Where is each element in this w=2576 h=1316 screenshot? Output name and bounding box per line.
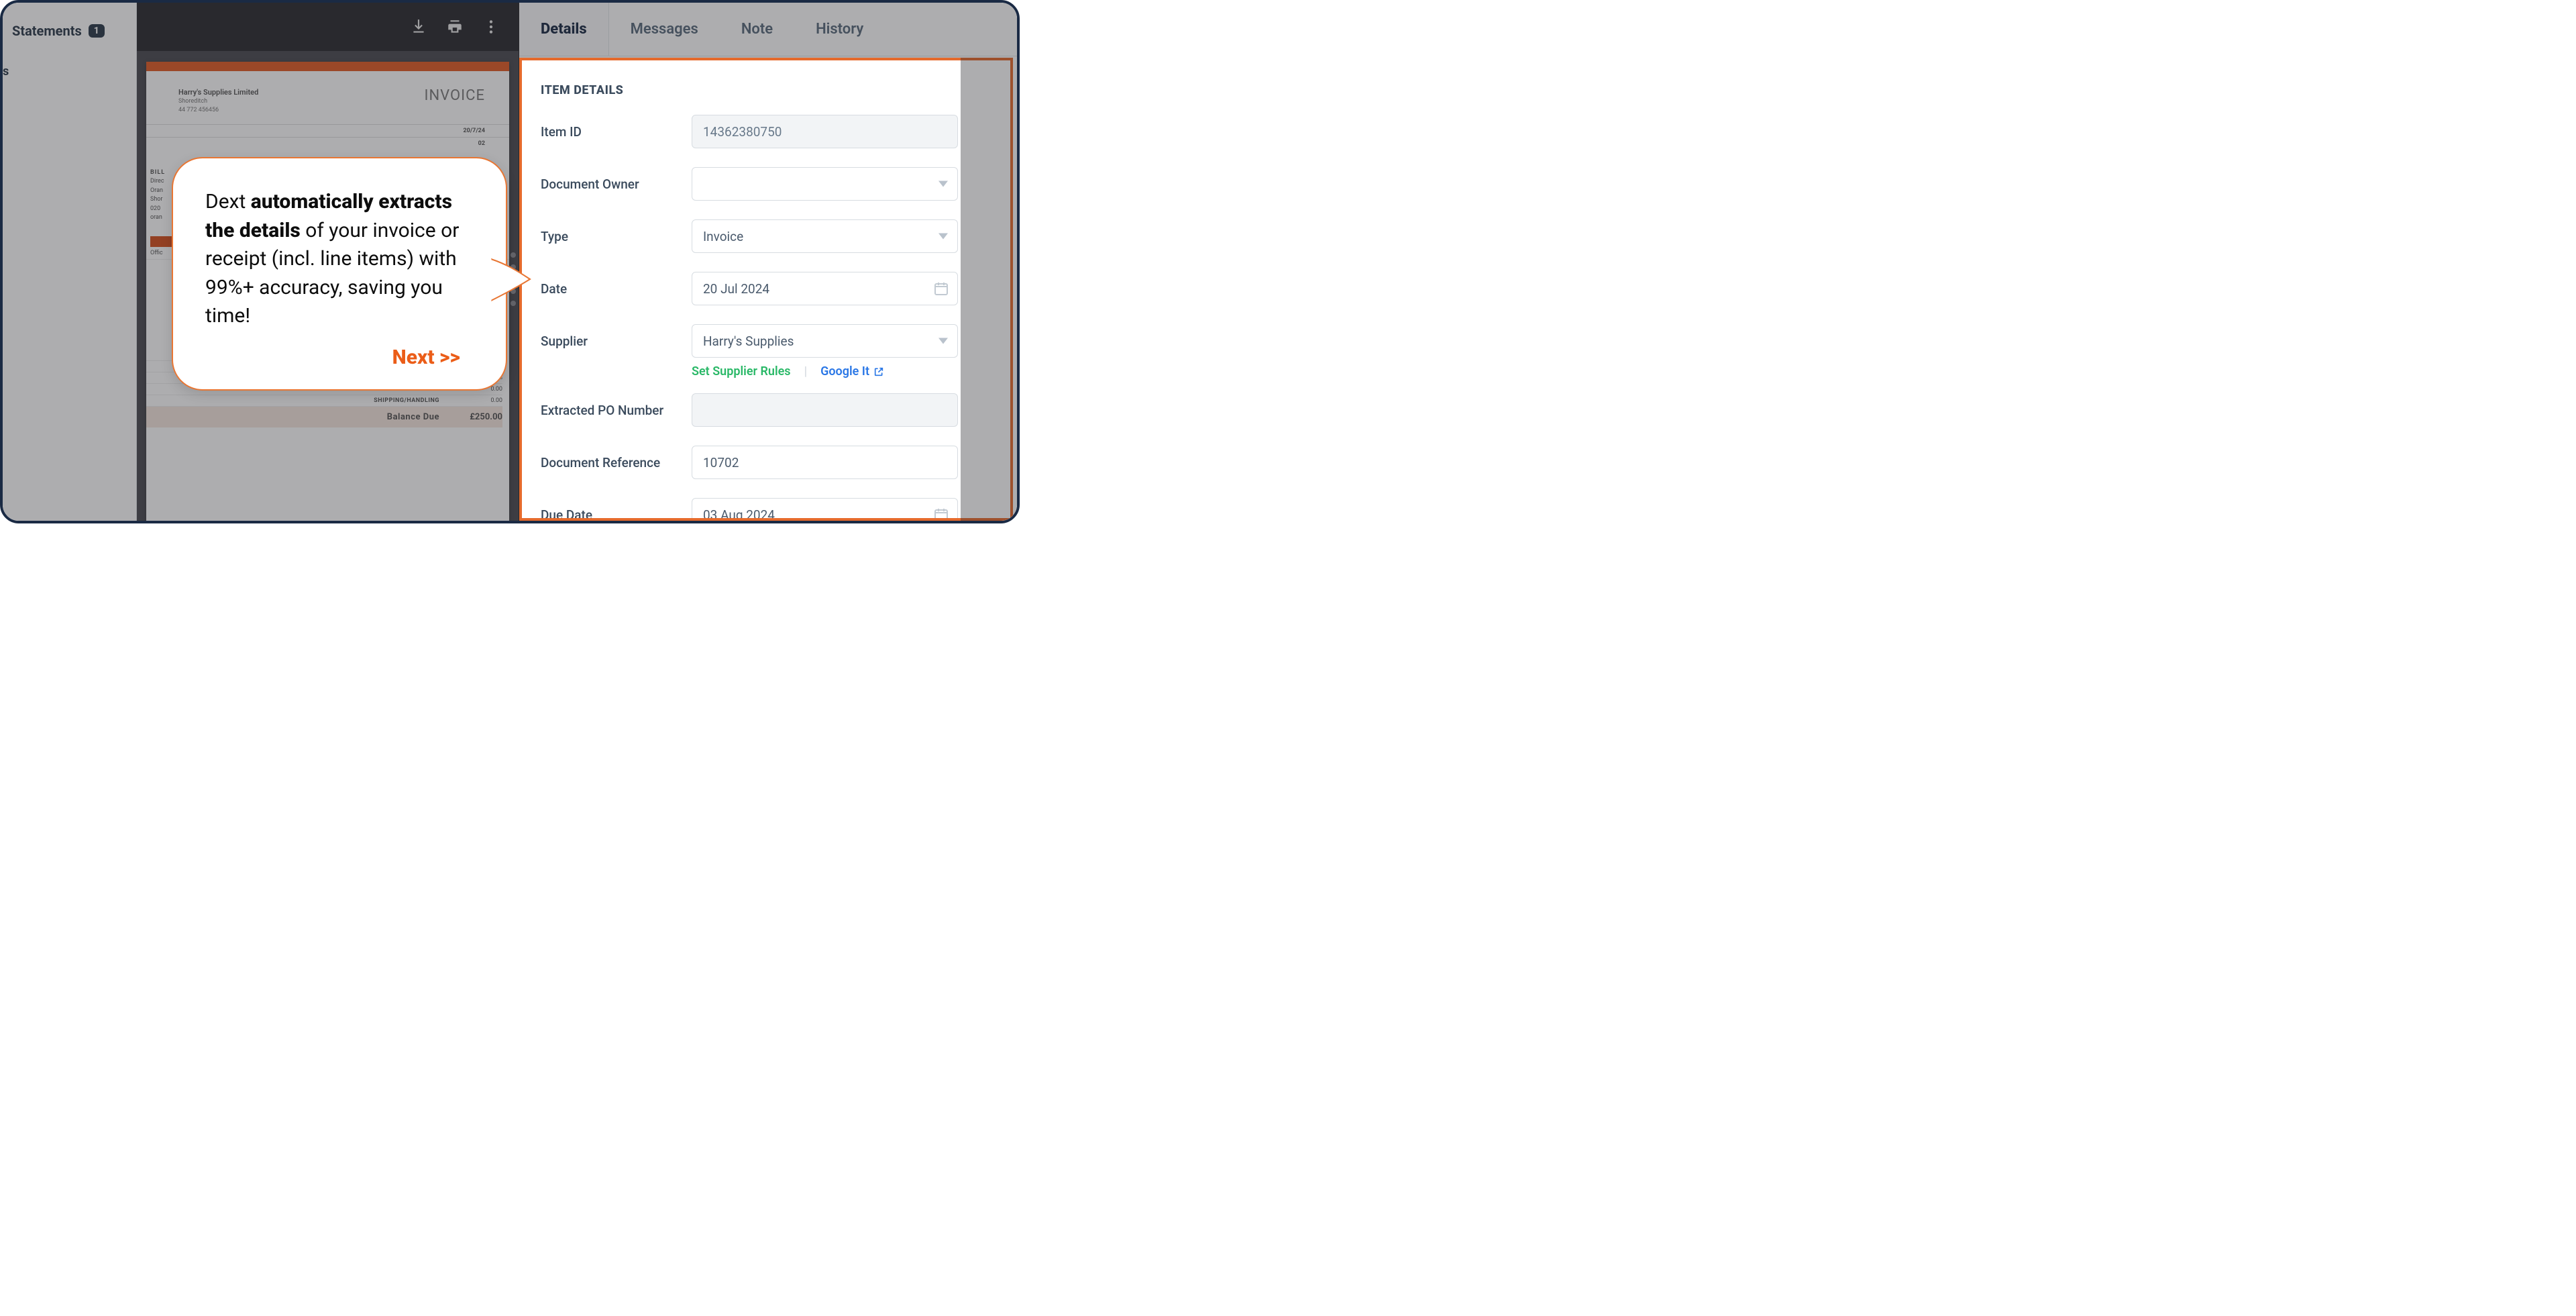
doc-owner-select[interactable] bbox=[692, 167, 958, 201]
doc-owner-label: Document Owner bbox=[541, 176, 692, 192]
doc-accent-bar bbox=[146, 62, 509, 71]
statements-count-badge: 1 bbox=[89, 24, 105, 38]
supplier-helper-links: Set Supplier Rules | Google It bbox=[692, 364, 958, 378]
due-value: 03 Aug 2024 bbox=[703, 507, 775, 521]
row-po-number: Extracted PO Number bbox=[541, 393, 958, 427]
type-label: Type bbox=[541, 229, 692, 244]
docref-label: Document Reference bbox=[541, 455, 692, 470]
row-date: Date 20 Jul 2024 bbox=[541, 272, 958, 305]
row-item-id: Item ID 14362380750 bbox=[541, 115, 958, 148]
doc-supplier-area: Shoreditch bbox=[178, 97, 258, 106]
doc-supplier-name: Harry's Supplies Limited bbox=[178, 87, 258, 97]
print-icon[interactable] bbox=[446, 18, 464, 36]
google-it-link[interactable]: Google It bbox=[820, 364, 884, 378]
supplier-value: Harry's Supplies bbox=[703, 334, 794, 349]
set-supplier-rules-link[interactable]: Set Supplier Rules bbox=[692, 364, 791, 378]
po-label: Extracted PO Number bbox=[541, 403, 692, 418]
po-field bbox=[692, 393, 958, 427]
onboarding-callout: Dext automatically extracts the details … bbox=[172, 157, 507, 391]
calendar-icon bbox=[933, 281, 949, 297]
chevron-down-icon bbox=[938, 338, 948, 344]
tab-history[interactable]: History bbox=[794, 3, 885, 56]
callout-pre: Dext bbox=[205, 190, 251, 213]
sidebar-item-statements[interactable]: Statements 1 bbox=[3, 3, 136, 46]
sidebar-fragment-text: s bbox=[3, 46, 136, 79]
doc-shipping: 0.00 bbox=[455, 397, 502, 404]
row-doc-owner: Document Owner bbox=[541, 167, 958, 201]
doc-date: 20/7/24 bbox=[146, 124, 509, 134]
tab-note[interactable]: Note bbox=[720, 3, 794, 56]
supplier-label: Supplier bbox=[541, 334, 692, 349]
panel-heading: ITEM DETAILS bbox=[541, 83, 958, 97]
tab-messages[interactable]: Messages bbox=[609, 3, 720, 56]
callout-next-button[interactable]: Next >> bbox=[205, 346, 474, 369]
docref-value: 10702 bbox=[703, 455, 739, 470]
callout-tail bbox=[491, 252, 531, 306]
doc-invoice-no: 02 bbox=[146, 137, 509, 148]
item-id-value: 14362380750 bbox=[703, 124, 782, 140]
viewer-toolbar bbox=[137, 3, 519, 51]
row-type: Type Invoice bbox=[541, 219, 958, 253]
more-vertical-icon[interactable] bbox=[482, 18, 500, 36]
supplier-select[interactable]: Harry's Supplies bbox=[692, 324, 958, 358]
callout-text: Dext automatically extracts the details … bbox=[205, 188, 474, 331]
details-panel: Details Messages Note History ITEM DETAI… bbox=[519, 3, 1017, 521]
item-details-form: ITEM DETAILS Item ID 14362380750 Documen… bbox=[519, 58, 1013, 521]
doc-shipping-label: SHIPPING/HANDLING bbox=[366, 397, 439, 404]
row-doc-ref: Document Reference 10702 bbox=[541, 446, 958, 479]
row-due-date: Due Date 03 Aug 2024 bbox=[541, 498, 958, 521]
chevron-down-icon bbox=[938, 234, 948, 240]
link-separator: | bbox=[804, 364, 808, 378]
type-select[interactable]: Invoice bbox=[692, 219, 958, 253]
google-it-label: Google It bbox=[820, 364, 869, 378]
download-icon[interactable] bbox=[410, 18, 427, 36]
item-id-label: Item ID bbox=[541, 124, 692, 140]
chevron-down-icon bbox=[938, 181, 948, 187]
calendar-icon bbox=[933, 507, 949, 521]
item-id-field: 14362380750 bbox=[692, 115, 958, 148]
sidebar: Statements 1 s bbox=[3, 3, 137, 521]
date-value: 20 Jul 2024 bbox=[703, 281, 769, 297]
detail-tabs: Details Messages Note History bbox=[519, 3, 1017, 56]
docref-field[interactable]: 10702 bbox=[692, 446, 958, 479]
tab-details[interactable]: Details bbox=[519, 3, 609, 56]
doc-title: INVOICE bbox=[425, 87, 486, 115]
app-frame: Statements 1 s Harry's Supplies Limited bbox=[0, 0, 1020, 523]
due-label: Due Date bbox=[541, 507, 692, 521]
doc-supplier-phone: 44 772 456456 bbox=[178, 106, 258, 115]
type-value: Invoice bbox=[703, 229, 743, 244]
external-link-icon bbox=[873, 366, 884, 377]
sidebar-item-label: Statements bbox=[12, 23, 82, 39]
date-field[interactable]: 20 Jul 2024 bbox=[692, 272, 958, 305]
date-label: Date bbox=[541, 281, 692, 297]
row-supplier: Supplier Harry's Supplies bbox=[541, 324, 958, 358]
due-date-field[interactable]: 03 Aug 2024 bbox=[692, 498, 958, 521]
doc-balance-label: Balance Due bbox=[366, 412, 439, 422]
doc-balance: £250.00 bbox=[455, 412, 502, 422]
